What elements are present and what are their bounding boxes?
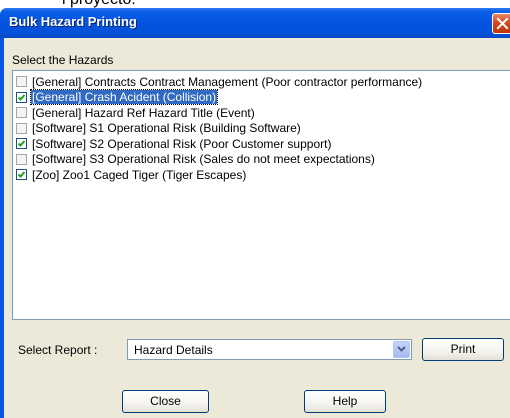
title-bar[interactable]: Bulk Hazard Printing	[0, 8, 510, 38]
hazard-label: [General] Crash Acident (Collision)	[29, 89, 219, 105]
window-close-button[interactable]	[492, 13, 510, 34]
chevron-down-icon	[397, 346, 406, 352]
close-button[interactable]: Close	[122, 390, 209, 413]
hazard-label: [General] Hazard Ref Hazard Title (Event…	[32, 105, 255, 120]
print-button[interactable]: Print	[422, 338, 504, 361]
checkmark-icon	[17, 171, 26, 178]
report-dropdown-button[interactable]	[393, 341, 410, 358]
hazard-checkbox[interactable]	[16, 153, 27, 165]
hazard-list-item[interactable]: [Software] S3 Operational Risk (Sales do…	[14, 152, 510, 167]
select-report-label: Select Report :	[18, 343, 98, 357]
hazard-list-item[interactable]: [Software] S1 Operational Risk (Building…	[14, 121, 510, 136]
hazard-list[interactable]: [General] Contracts Contract Management …	[12, 70, 510, 320]
hazard-checkbox[interactable]	[16, 138, 27, 149]
report-select-value: Hazard Details	[134, 343, 213, 357]
hazard-label: [General] Contracts Contract Management …	[32, 74, 423, 89]
hazard-label: [Software] S2 Operational Risk (Poor Cus…	[32, 136, 332, 151]
hazard-label: [Zoo] Zoo1 Caged Tiger (Tiger Escapes)	[32, 167, 247, 182]
hazard-checkbox[interactable]	[16, 76, 27, 87]
hazards-label: Select the Hazards	[12, 53, 114, 67]
checkmark-icon	[17, 140, 26, 147]
bulk-hazard-printing-dialog: Bulk Hazard Printing Select the Hazards …	[0, 8, 510, 418]
help-button[interactable]: Help	[304, 390, 386, 413]
hazard-checkbox[interactable]	[16, 107, 27, 118]
hazard-label: [Software] S1 Operational Risk (Building…	[32, 121, 301, 135]
hazard-label: [Software] S3 Operational Risk (Sales do…	[32, 152, 375, 166]
hazard-list-item[interactable]: [General] Hazard Ref Hazard Title (Event…	[14, 105, 510, 120]
page: l proyecto: Bulk Hazard Printing Select …	[0, 0, 510, 418]
hazard-list-item[interactable]: [Software] S2 Operational Risk (Poor Cus…	[14, 136, 510, 151]
hazard-checkbox[interactable]	[16, 122, 27, 134]
window-title: Bulk Hazard Printing	[9, 14, 137, 29]
checkmark-icon	[17, 93, 26, 101]
hazard-list-item[interactable]: [General] Contracts Contract Management …	[14, 74, 510, 89]
close-x-icon	[496, 17, 509, 30]
hazard-list-item[interactable]: [Zoo] Zoo1 Caged Tiger (Tiger Escapes)	[14, 167, 510, 182]
dialog-body: Select the Hazards [General] Contracts C…	[4, 38, 510, 418]
report-select[interactable]: Hazard Details	[127, 339, 412, 360]
hazard-checkbox[interactable]	[16, 169, 27, 180]
hazard-checkbox[interactable]	[16, 91, 27, 103]
hazard-list-item[interactable]: [General] Crash Acident (Collision)	[14, 89, 510, 105]
